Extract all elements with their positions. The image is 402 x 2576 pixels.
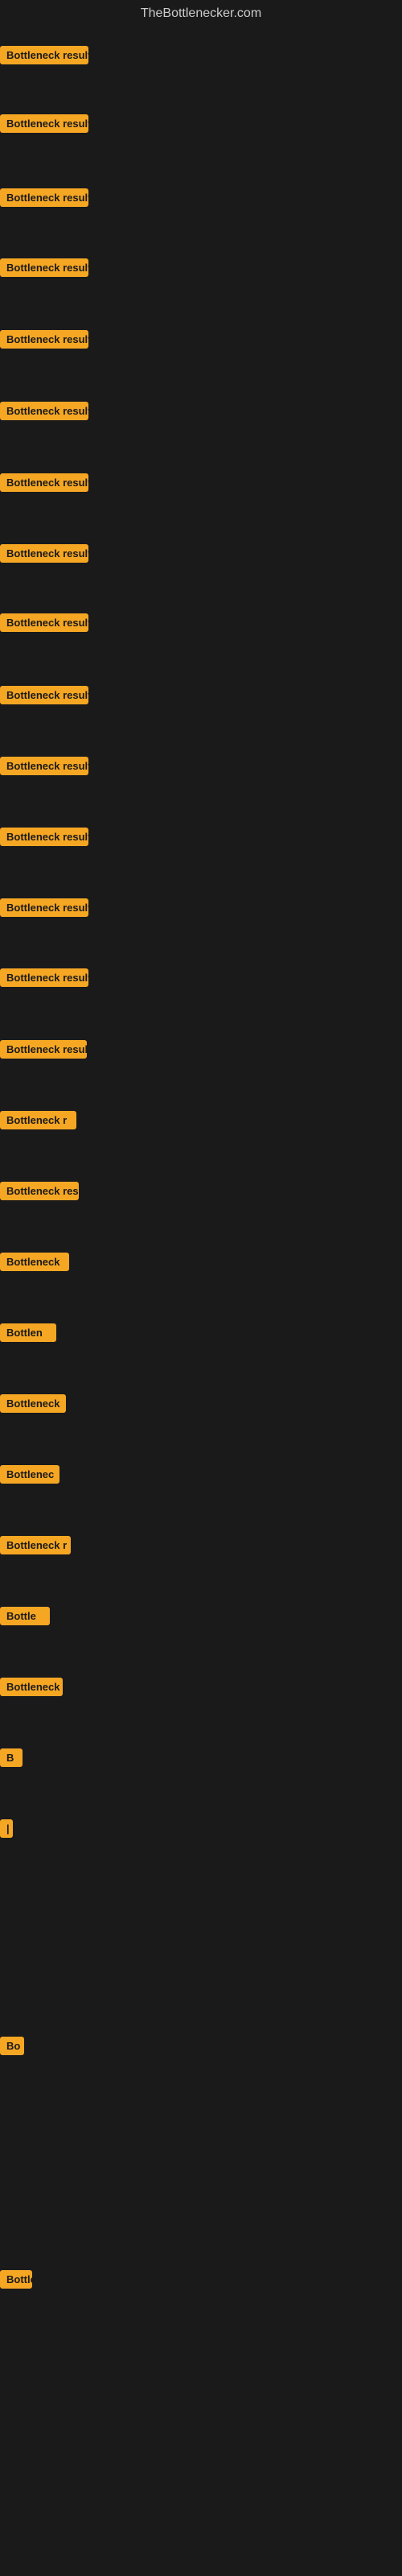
bottleneck-result-item: Bottleneck result — [0, 544, 88, 563]
bottleneck-result-item: Bottlen — [0, 1323, 56, 1342]
bottleneck-result-item: Bottleneck resu — [0, 1182, 79, 1200]
bottleneck-result-item: Bottleneck r — [0, 1111, 76, 1129]
bottleneck-result-item: Bottleneck result — [0, 188, 88, 207]
bottleneck-result-item: Bottlenec — [0, 1465, 59, 1484]
bottleneck-result-item: Bottleneck result — [0, 613, 88, 632]
bottleneck-result-item: Bottleneck — [0, 1394, 66, 1413]
bottleneck-result-item: | — [0, 1819, 13, 1838]
bottleneck-result-item: Bo — [0, 2037, 24, 2055]
bottleneck-result-item: Bottleneck — [0, 1678, 63, 1696]
bottleneck-result-item: Bottle — [0, 1607, 50, 1625]
bottleneck-result-item: Bottleneck result — [0, 1040, 87, 1059]
bottleneck-result-item: Bottleneck result — [0, 114, 88, 133]
bottleneck-result-item: Bottleneck result — [0, 330, 88, 349]
bottleneck-result-item: Bottleneck result — [0, 473, 88, 492]
bottleneck-result-item: Bottleneck result — [0, 402, 88, 420]
bottleneck-result-item: Bottleneck result — [0, 258, 88, 277]
bottleneck-result-item: Bottleneck r — [0, 1536, 71, 1554]
bottleneck-result-item: Bottleneck result — [0, 686, 88, 704]
bottleneck-result-item: Bottleneck result — [0, 46, 88, 64]
bottleneck-result-item: Bottleneck result — [0, 757, 88, 775]
bottleneck-result-item: Bottleneck result — [0, 898, 88, 917]
bottleneck-result-item: Bottleneck result — [0, 828, 88, 846]
bottleneck-result-item: Bottleneck result — [0, 968, 88, 987]
bottleneck-result-item: B — [0, 1748, 23, 1767]
bottleneck-result-item: Bottleneck — [0, 1253, 69, 1271]
bottleneck-result-item: Bottleneck r — [0, 2270, 32, 2289]
site-title: TheBottlenecker.com — [0, 0, 402, 24]
